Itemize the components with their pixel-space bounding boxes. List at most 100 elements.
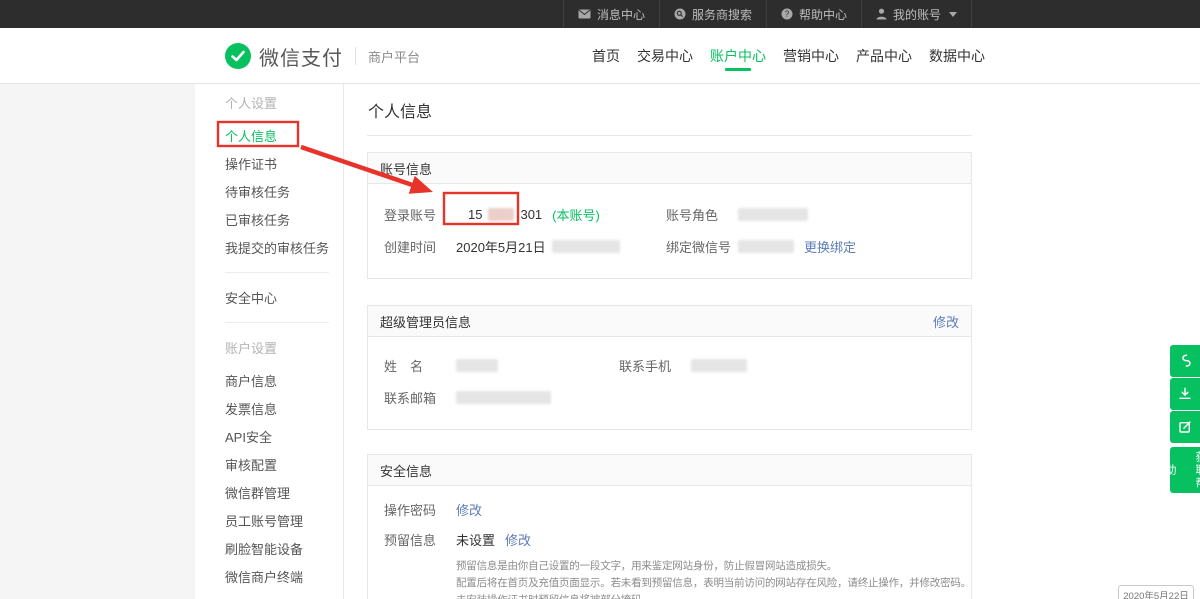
admin-name-label: 姓 名 [384,356,456,375]
help-center-label: 帮助中心 [799,6,847,23]
page-title-block: 个人信息 [367,84,972,136]
chevron-down-icon [949,12,957,17]
login-account-row: 登录账号 15301 (本账号) 账号角色 [368,198,971,230]
page-header: 微信支付 商户平台 首页 交易中心 账户中心 营销中心 产品中心 数据中心 [0,28,1200,84]
contact-phone-label: 联系手机 [619,356,691,375]
sidebar-item-wechat-group-mgmt[interactable]: 微信群管理 [225,478,343,506]
redacted-created-time [552,240,620,253]
sidebar-item-operation-certificate[interactable]: 操作证书 [225,149,343,177]
redacted-contact-email [456,391,551,404]
security-info-card-title: 安全信息 [380,461,432,480]
page-body: 个人设置 个人信息 操作证书 待审核任务 已审核任务 我提交的审核任务 安全中心… [0,84,1200,599]
account-info-card-title: 账号信息 [380,159,432,178]
service-provider-search-link[interactable]: 服务商搜索 [659,0,766,28]
brand-logo[interactable]: 微信支付 商户平台 [225,28,420,84]
sidebar-item-staff-account-mgmt[interactable]: 员工账号管理 [225,506,343,534]
edit-operation-password-link[interactable]: 修改 [456,500,482,519]
sidebar-divider [225,322,329,323]
feedback-button[interactable] [1170,411,1200,443]
sidebar-item-personal-info[interactable]: 个人信息 [225,121,343,149]
search-icon [674,8,686,20]
nav-account-center[interactable]: 账户中心 [710,28,766,84]
nav-transaction-center[interactable]: 交易中心 [637,28,693,84]
sidebar-divider [225,272,329,273]
bound-wechat-label: 绑定微信号 [666,237,738,256]
sidebar-item-invoice-info[interactable]: 发票信息 [225,394,343,422]
reserved-info-description: 预留信息是由你自己设置的一段文字，用来鉴定网站身份，防止假冒网站造成损失。 配置… [456,558,966,599]
login-account-prefix: 15 [468,207,482,222]
sidebar-item-review-config[interactable]: 审核配置 [225,450,343,478]
sidebar-item-security-center[interactable]: 安全中心 [225,283,343,311]
redacted-account-role [738,208,808,221]
edit-icon [1175,417,1195,437]
top-utility-items: 消息中心 服务商搜索 ? 帮助中心 我的账号 [563,0,972,28]
created-time-label: 创建时间 [384,237,456,256]
my-account-menu[interactable]: 我的账号 [861,0,972,28]
sidebar-section-account-settings: 账户设置 [225,333,343,361]
svg-text:?: ? [785,10,790,19]
sidebar-section-personal-settings: 个人设置 [225,88,343,116]
nav-home[interactable]: 首页 [592,28,620,84]
created-time-value: 2020年5月21日 [456,237,546,256]
login-account-suffix: 301 [520,207,542,222]
portal-name: 商户平台 [368,47,420,66]
edit-reserved-info-link[interactable]: 修改 [505,530,531,549]
sidebar-item-pending-review-tasks[interactable]: 待审核任务 [225,177,343,205]
brand-name: 微信支付 [259,42,343,71]
redacted-wechat-id [738,240,794,253]
change-binding-link[interactable]: 更换绑定 [804,237,856,256]
operation-password-row: 操作密码 修改 [368,494,971,524]
sidebar-item-api-security[interactable]: API安全 [225,422,343,450]
reserved-info-row: 预留信息 未设置 修改 [368,524,971,554]
wechat-pay-logo-icon [225,43,251,69]
wechat-pay-merchant-page: 消息中心 服务商搜索 ? 帮助中心 我的账号 微信支付 商户 [0,0,1200,599]
reserved-info-label: 预留信息 [384,530,456,549]
my-account-label: 我的账号 [893,6,941,23]
super-admin-card-title: 超级管理员信息 [380,312,471,331]
reserved-info-desc-line3: 未安装操作证书时预留信息将被部分掩码。 [456,592,966,599]
super-admin-card-header: 超级管理员信息 修改 [368,306,971,337]
main-content: 个人信息 账号信息 登录账号 15301 (本账号) 账号角色 [367,84,972,599]
brand-divider [355,47,356,65]
service-provider-search-label: 服务商搜索 [692,6,752,23]
current-account-note: (本账号) [552,205,600,224]
reserved-info-desc-line1: 预留信息是由你自己设置的一段文字，用来鉴定网站身份，防止假冒网站造成损失。 [456,558,966,575]
hook-button[interactable] [1170,345,1200,377]
sidebar-item-merchant-info[interactable]: 商户信息 [225,366,343,394]
account-info-card: 账号信息 登录账号 15301 (本账号) 账号角色 [367,152,972,279]
security-info-card-header: 安全信息 [368,455,971,486]
download-button[interactable] [1170,378,1200,410]
question-icon: ? [781,8,793,20]
redacted-admin-name [456,359,498,372]
main-nav: 首页 交易中心 账户中心 营销中心 产品中心 数据中心 [592,28,985,84]
reserved-info-value: 未设置 [456,530,495,549]
contact-email-row: 联系邮箱 [368,381,971,413]
redacted-contact-phone [691,359,747,372]
get-help-button[interactable]: 获取帮助 [1170,447,1200,493]
nav-product-center[interactable]: 产品中心 [856,28,912,84]
edit-super-admin-link[interactable]: 修改 [933,312,959,331]
top-utility-bar: 消息中心 服务商搜索 ? 帮助中心 我的账号 [0,0,1200,28]
message-center-link[interactable]: 消息中心 [563,0,659,28]
redacted-login-account [488,208,514,221]
sidebar-item-reviewed-tasks[interactable]: 已审核任务 [225,205,343,233]
sidebar-item-my-submitted-tasks[interactable]: 我提交的审核任务 [225,233,343,261]
super-admin-card: 超级管理员信息 修改 姓 名 联系手机 联系邮箱 [367,305,972,430]
hook-icon [1175,351,1195,371]
nav-data-center[interactable]: 数据中心 [929,28,985,84]
account-info-card-header: 账号信息 [368,153,971,184]
contact-email-label: 联系邮箱 [384,388,456,407]
mail-icon [578,9,591,19]
download-icon [1175,384,1195,404]
sidebar: 个人设置 个人信息 操作证书 待审核任务 已审核任务 我提交的审核任务 安全中心… [195,84,344,599]
help-center-link[interactable]: ? 帮助中心 [766,0,861,28]
operation-password-label: 操作密码 [384,500,456,519]
reserved-info-desc-line2: 配置后将在首页及充值页面显示。若未看到预留信息，表明当前访问的网站存在风险，请终… [456,575,966,592]
page-title: 个人信息 [368,98,972,122]
user-icon [876,8,887,20]
date-tooltip: 2020年5月22日 [1118,585,1194,599]
left-gray-strip [0,84,195,599]
sidebar-item-merchant-terminal[interactable]: 微信商户终端 [225,562,343,590]
nav-marketing-center[interactable]: 营销中心 [783,28,839,84]
sidebar-item-face-device[interactable]: 刷脸智能设备 [225,534,343,562]
